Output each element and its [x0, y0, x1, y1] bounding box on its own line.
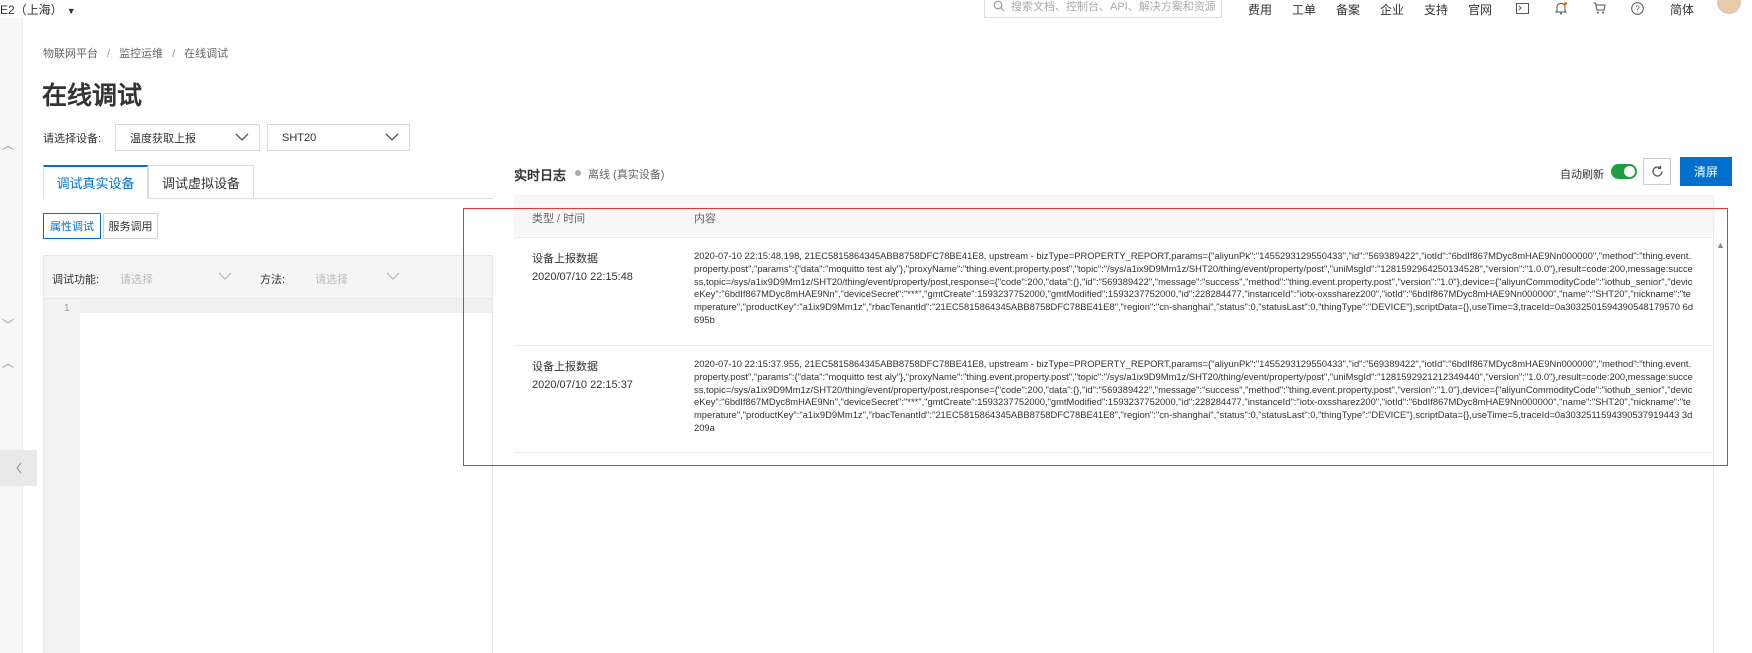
- active-line: [80, 299, 492, 313]
- nav-tickets[interactable]: 工单: [1292, 1, 1316, 18]
- page-title: 在线调试: [42, 82, 143, 110]
- nav-enterprise[interactable]: 企业: [1380, 1, 1404, 18]
- function-label: 调试功能:: [52, 274, 100, 286]
- log-type: 设备上报数据: [532, 253, 598, 265]
- language-switch[interactable]: 简体: [1670, 1, 1694, 18]
- product-select-value: 温度获取上报: [130, 132, 196, 145]
- help-icon[interactable]: ?: [1629, 0, 1645, 16]
- nav-support[interactable]: 支持: [1424, 1, 1448, 18]
- breadcrumb-item-iot[interactable]: 物联网平台: [43, 48, 98, 60]
- device-status-text: 离线 (真实设备): [588, 169, 665, 181]
- bell-icon[interactable]: [1553, 0, 1569, 16]
- tab-virtual-device[interactable]: 调试虚拟设备: [148, 165, 254, 199]
- product-select[interactable]: 温度获取上报: [115, 124, 260, 151]
- code-editor[interactable]: [80, 299, 492, 653]
- function-select[interactable]: 请选择: [120, 271, 153, 287]
- log-table: 类型 / 时间 内容 设备上报数据 2020/07/10 22:15:48 20…: [514, 195, 1714, 653]
- region-selector[interactable]: E2（上海） ▼: [0, 1, 76, 18]
- auto-refresh-toggle[interactable]: [1611, 164, 1637, 179]
- chevron-up-icon[interactable]: ︿: [2, 136, 14, 153]
- chevron-down-icon: [385, 133, 399, 141]
- tab-real-device[interactable]: 调试真实设备: [43, 165, 148, 199]
- avatar[interactable]: [1717, 0, 1741, 14]
- chevron-up-icon[interactable]: ︿: [2, 354, 14, 371]
- nav-official-site[interactable]: 官网: [1468, 1, 1492, 18]
- nav-fees[interactable]: 费用: [1248, 1, 1272, 18]
- tab-service-call[interactable]: 服务调用: [103, 213, 158, 239]
- log-title: 实时日志: [514, 168, 567, 183]
- refresh-icon: [1651, 165, 1663, 177]
- status-dot-icon: [575, 170, 581, 176]
- search-placeholder: 搜索文档、控制台、API、解决方案和资源: [1011, 1, 1216, 13]
- log-time: 2020/07/10 22:15:48: [532, 271, 633, 283]
- chevron-down-icon: [235, 133, 249, 141]
- auto-refresh-label: 自动刷新: [1560, 169, 1604, 181]
- table-row: 设备上报数据 2020/07/10 22:15:48 2020-07-10 22…: [514, 238, 1713, 346]
- device-select-value: SHT20: [282, 131, 317, 144]
- line-number: 1: [64, 303, 70, 314]
- toggle-knob: [1624, 166, 1635, 177]
- debug-panel: 调试功能: 请选择 方法: 请选择 1: [43, 255, 493, 653]
- breadcrumb-separator: /: [107, 48, 111, 60]
- table-row: 设备上报数据 2020/07/10 22:15:37 2020-07-10 22…: [514, 346, 1713, 453]
- global-search-input[interactable]: 搜索文档、控制台、API、解决方案和资源: [984, 0, 1222, 18]
- side-nav-collapsed: ︿ ﹀ ︿: [0, 18, 23, 653]
- terminal-icon[interactable]: [1514, 0, 1530, 16]
- log-table-header: 类型 / 时间 内容: [514, 195, 1713, 238]
- nav-filing[interactable]: 备案: [1336, 1, 1360, 18]
- svg-text:?: ?: [1635, 4, 1640, 13]
- breadcrumb-separator: /: [172, 48, 176, 60]
- region-label: E2（上海）: [0, 3, 63, 17]
- clear-log-button[interactable]: 清屏: [1680, 157, 1732, 186]
- breadcrumb: 物联网平台 / 监控运维 / 在线调试: [43, 45, 228, 61]
- debug-toolbar: 调试功能: 请选择 方法: 请选择: [44, 256, 492, 299]
- breadcrumb-item-monitoring[interactable]: 监控运维: [119, 48, 163, 60]
- editor-gutter: 1: [44, 299, 80, 653]
- log-time: 2020/07/10 22:15:37: [532, 379, 633, 391]
- column-header-type-time: 类型 / 时间: [532, 213, 586, 225]
- chevron-left-icon: [15, 462, 21, 474]
- log-type: 设备上报数据: [532, 361, 598, 373]
- tab-property-debug[interactable]: 属性调试: [43, 213, 101, 239]
- log-content: 2020-07-10 22:15:48.198, 21EC5815864345A…: [694, 250, 1694, 325]
- tab-divider: [254, 198, 493, 199]
- caret-down-icon: ▼: [66, 6, 76, 16]
- breadcrumb-item-current: 在线调试: [184, 48, 229, 60]
- refresh-button[interactable]: [1643, 158, 1671, 185]
- top-navbar: E2（上海） ▼ 搜索文档、控制台、API、解决方案和资源 费用 工单 备案 企业…: [0, 0, 1752, 18]
- log-content: 2020-07-10 22:15:37.955, 21EC5815864345A…: [694, 358, 1693, 433]
- cart-icon[interactable]: [1591, 0, 1607, 16]
- scroll-up-arrow-icon[interactable]: ▲: [1716, 240, 1725, 250]
- method-select[interactable]: 请选择: [315, 271, 348, 287]
- chevron-down-icon[interactable]: ﹀: [2, 316, 14, 333]
- device-select[interactable]: SHT20: [267, 124, 410, 151]
- column-header-content: 内容: [694, 213, 716, 225]
- search-icon: [993, 0, 1005, 12]
- collapse-sidebar-button[interactable]: [0, 450, 37, 486]
- chevron-down-icon: [218, 272, 232, 280]
- method-label: 方法:: [260, 274, 286, 286]
- device-select-label: 请选择设备:: [43, 133, 102, 145]
- chevron-down-icon: [386, 272, 400, 280]
